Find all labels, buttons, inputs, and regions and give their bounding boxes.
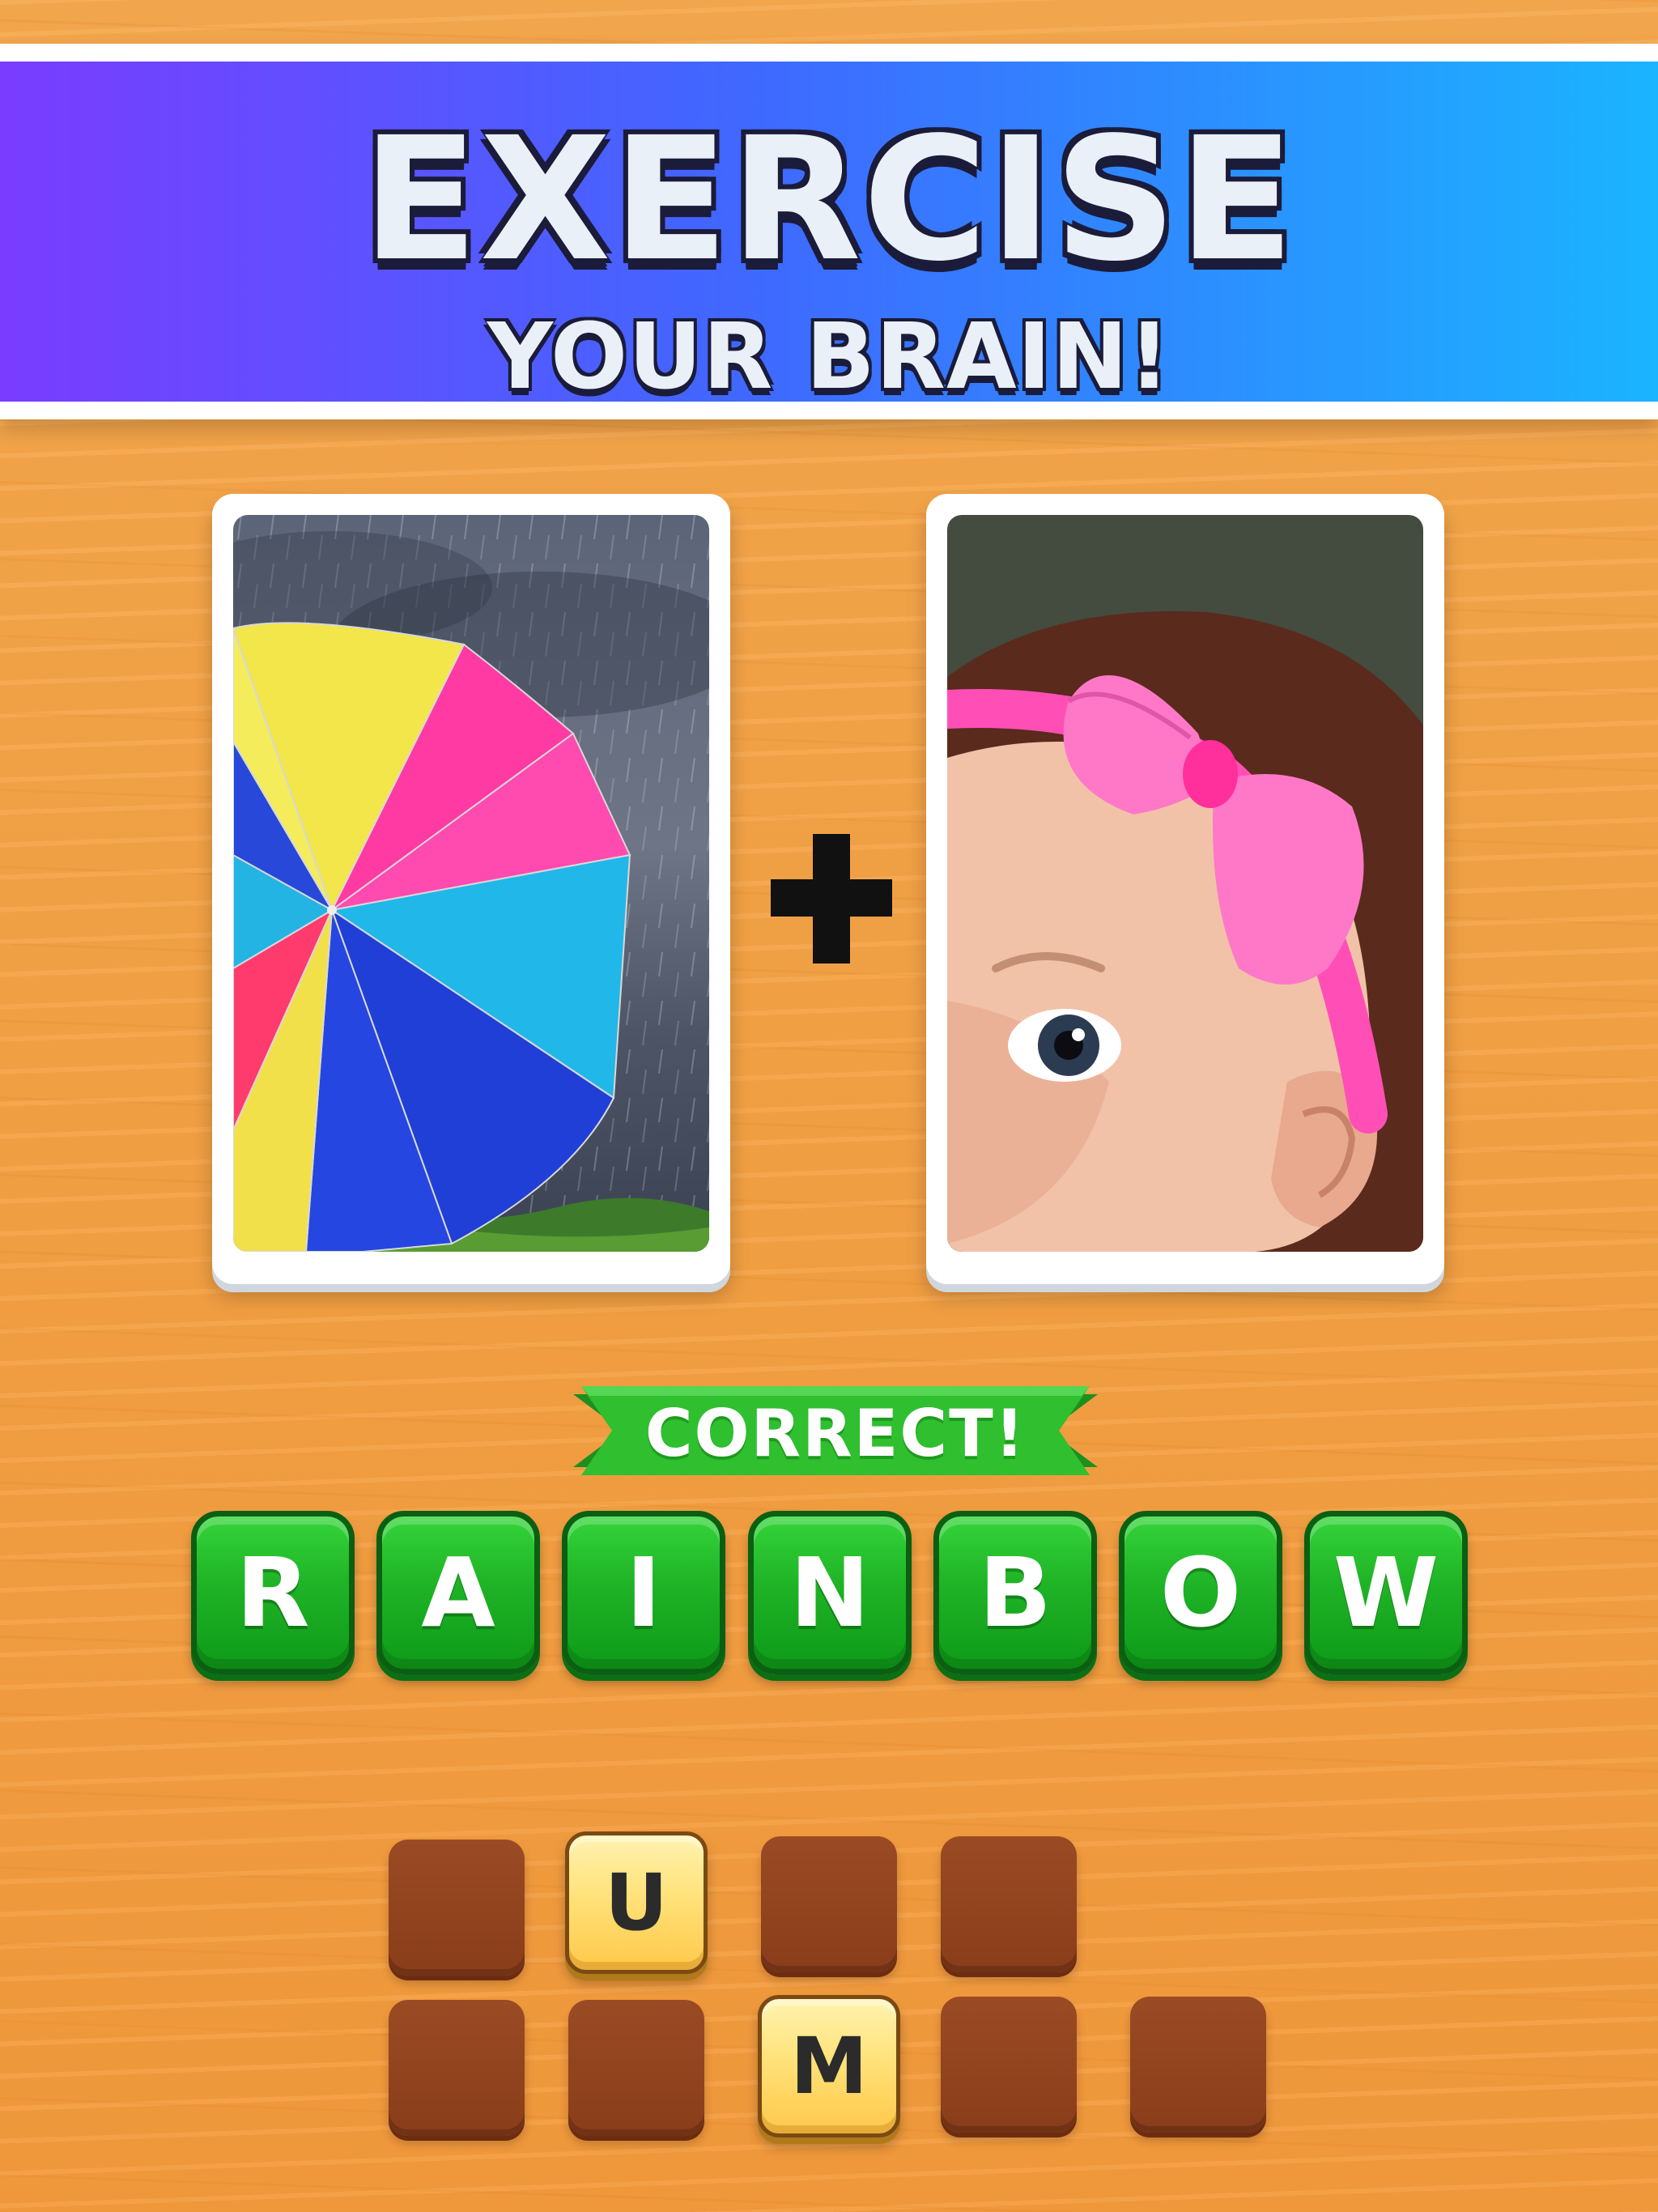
- clue-card-left[interactable]: [212, 494, 730, 1284]
- umbrella-photo: [233, 515, 709, 1252]
- correct-banner: CORRECT!: [573, 1378, 1098, 1483]
- letter-slot-empty: [389, 2000, 525, 2136]
- plus-icon: [771, 834, 892, 963]
- headline-subtitle: YOUR BRAIN!: [487, 304, 1171, 410]
- answer-letter: R: [236, 1537, 310, 1648]
- umbrella-image: [233, 515, 709, 1252]
- answer-letter: A: [421, 1537, 495, 1648]
- answer-tile[interactable]: N: [748, 1511, 912, 1674]
- header-gradient: EXERCISE YOUR BRAIN!: [0, 62, 1658, 410]
- header-banner: EXERCISE YOUR BRAIN!: [0, 44, 1658, 419]
- letter-slot-empty: [568, 2000, 704, 2136]
- answer-letter: I: [626, 1537, 661, 1648]
- answer-tile[interactable]: W: [1304, 1511, 1468, 1674]
- headline-title: EXERCISE: [362, 100, 1296, 299]
- letter-slot-empty: [941, 1997, 1077, 2133]
- letter-tile[interactable]: M: [758, 1995, 900, 2138]
- answer-tile[interactable]: O: [1119, 1511, 1282, 1674]
- letter-slot-empty: [761, 1836, 897, 1972]
- letter-tile-label: U: [605, 1857, 668, 1948]
- clue-card-right[interactable]: [926, 494, 1444, 1284]
- answer-letter: O: [1159, 1537, 1242, 1648]
- letter-tile-label: M: [790, 2021, 868, 2112]
- answer-tile[interactable]: A: [376, 1511, 540, 1674]
- letter-slot-empty: [941, 1836, 1077, 1972]
- letter-slot-empty: [389, 1840, 525, 1976]
- correct-label: CORRECT!: [644, 1396, 1027, 1471]
- answer-letter: W: [1333, 1537, 1439, 1648]
- answer-tile[interactable]: R: [191, 1511, 355, 1674]
- answer-letter: B: [979, 1537, 1052, 1648]
- letter-tile[interactable]: U: [565, 1831, 708, 1974]
- baby-bow-image: [947, 515, 1423, 1252]
- answer-letter: N: [789, 1537, 870, 1648]
- answer-tile[interactable]: I: [562, 1511, 725, 1674]
- baby-bow-photo: [947, 515, 1423, 1252]
- letter-slot-empty: [1130, 1997, 1266, 2133]
- answer-tile[interactable]: B: [933, 1511, 1097, 1674]
- answer-row: R A I N B O W: [191, 1511, 1470, 1681]
